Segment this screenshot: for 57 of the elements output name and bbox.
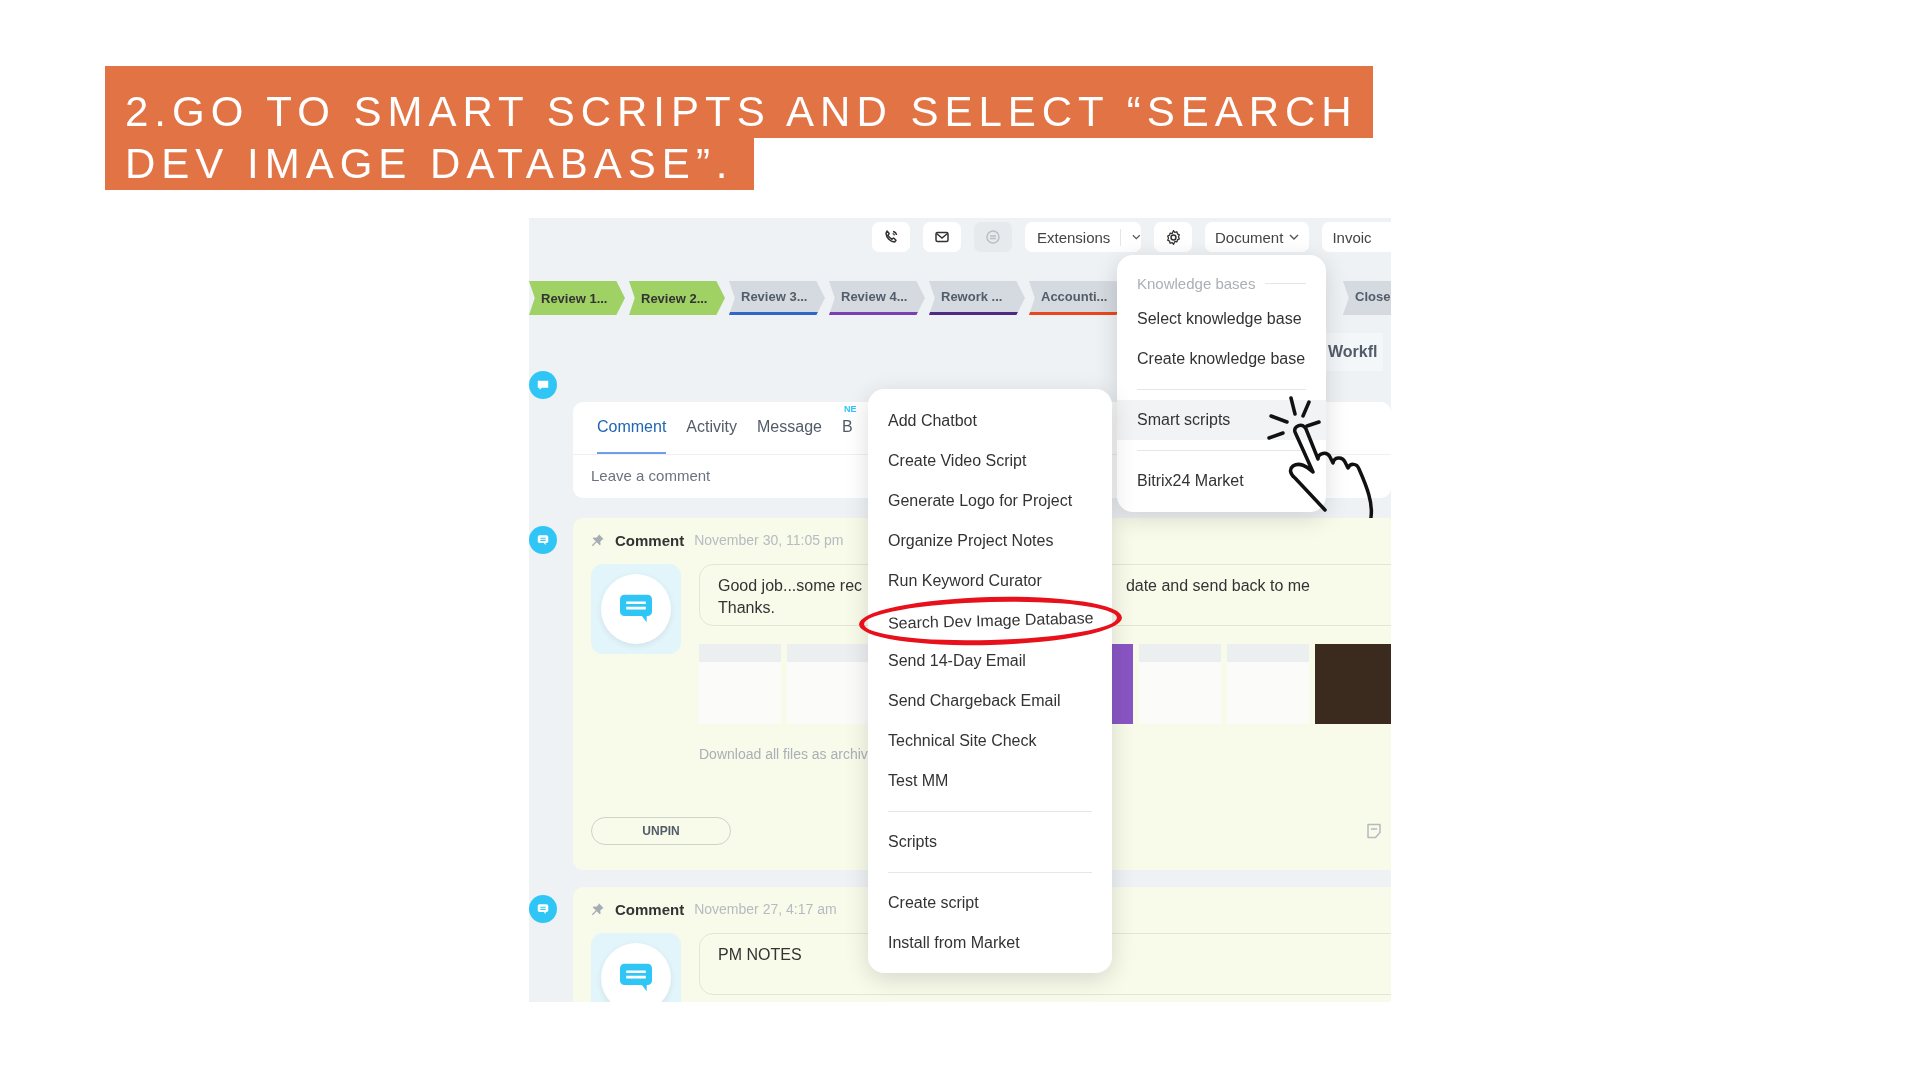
composer-tab[interactable]: Comment — [597, 402, 667, 454]
menu-item[interactable]: Add Chatbot — [888, 412, 977, 430]
pin-icon — [591, 902, 605, 916]
comment-date: November 30, 11:05 pm — [694, 532, 844, 548]
menu-item[interactable]: Smart scripts — [1117, 400, 1326, 440]
menu-item[interactable]: Technical Site Check — [888, 732, 1037, 750]
comment-date: November 27, 4:17 am — [694, 901, 837, 917]
slide-heading: 2.GO TO SMART SCRIPTS AND SELECT “SEARCH — [105, 66, 1373, 138]
menu-item[interactable]: Scripts — [888, 833, 937, 851]
slide-heading: DEV IMAGE DATABASE”. — [105, 138, 754, 190]
menu-item[interactable]: Generate Logo for Project — [888, 492, 1073, 510]
caret-icon — [1289, 234, 1300, 240]
menu-item[interactable]: Bitrix24 Market — [1117, 461, 1326, 501]
message-text: PM NOTES — [718, 945, 802, 965]
chat-bubble-icon — [529, 895, 557, 923]
mail-button[interactable] — [923, 222, 961, 252]
menu-item[interactable]: Test MM — [888, 772, 949, 790]
menu-item[interactable]: Organize Project Notes — [888, 532, 1054, 550]
pipeline-stage[interactable]: Review 3... — [729, 281, 825, 315]
menu-item[interactable]: Run Keyword Curator — [888, 572, 1042, 590]
composer-tab[interactable]: Message — [757, 402, 822, 454]
pipeline-stage[interactable]: Review 4... — [829, 281, 925, 315]
chat-bubble-icon — [529, 371, 557, 399]
menu-item[interactable]: Send Chargeback Email — [888, 692, 1061, 710]
phone-icon — [883, 229, 899, 245]
comment-author: Comment — [615, 531, 685, 549]
caret-icon — [1132, 234, 1141, 240]
new-label: NE — [843, 404, 857, 414]
note-icon[interactable] — [1365, 822, 1383, 840]
pin-icon — [591, 533, 605, 547]
extensions-button[interactable]: Extensions — [1025, 222, 1141, 252]
phone-button[interactable] — [872, 222, 910, 252]
image-thumbnail[interactable] — [1315, 644, 1391, 724]
invoice-button[interactable]: Invoic — [1322, 222, 1391, 252]
menu-item[interactable]: Create Video Script — [888, 452, 1027, 470]
pipeline-stage[interactable]: Rework ... — [929, 281, 1025, 315]
pipeline-stage[interactable]: Close — [1343, 281, 1391, 315]
menu-item[interactable]: Create script — [888, 894, 979, 912]
settings-button[interactable] — [1154, 222, 1192, 252]
composer-tab[interactable]: Activity — [686, 402, 738, 454]
message-icon — [618, 962, 654, 994]
image-thumbnail[interactable] — [787, 644, 869, 724]
mail-icon — [934, 229, 950, 245]
settings-icon — [1164, 228, 1182, 246]
comment-author: Comment — [615, 900, 685, 918]
pipeline-stage[interactable]: Review 1... — [529, 281, 625, 315]
menu-header: Knowledge bases — [1137, 274, 1256, 292]
document-button[interactable]: Document — [1205, 222, 1310, 252]
message-text: date and send back to me — [1125, 576, 1310, 596]
message-text: Thanks. — [718, 598, 775, 618]
menu-item[interactable]: Send 14-Day Email — [888, 652, 1026, 670]
menu-item[interactable]: Install from Market — [888, 934, 1020, 952]
message-text: Good job...some rec — [718, 576, 863, 596]
message-icon — [618, 593, 654, 625]
chat-icon — [985, 229, 1001, 245]
pipeline-stage[interactable]: Review 2... — [629, 281, 725, 315]
chat-bubble-icon — [529, 526, 557, 554]
